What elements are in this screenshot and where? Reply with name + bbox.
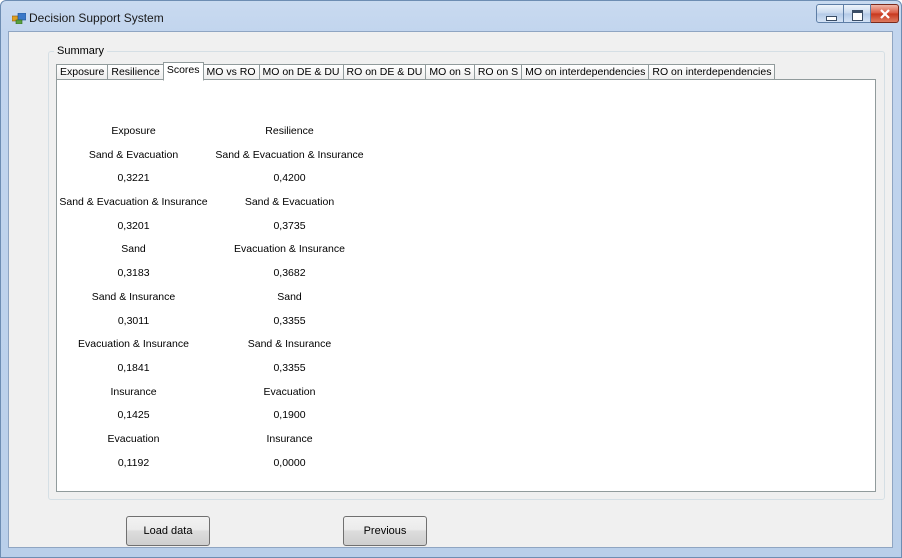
- resilience-option-name: Sand & Evacuation: [244, 196, 335, 209]
- exposure-option-score: 0,3011: [117, 314, 150, 327]
- tab-mo-vs-ro[interactable]: MO vs RO: [202, 64, 260, 80]
- exposure-option-score: 0,1425: [117, 409, 150, 422]
- exposure-option-name: Evacuation & Insurance: [78, 338, 189, 351]
- tab-ro-on-interdependencies[interactable]: RO on interdependencies: [648, 64, 776, 80]
- resilience-option-name: Sand: [277, 290, 302, 303]
- exposure-option-name: Sand & Evacuation: [88, 148, 179, 161]
- tab-ro-on-de-du[interactable]: RO on DE & DU: [342, 64, 427, 80]
- maximize-icon: [852, 10, 863, 21]
- resilience-header: Resilience: [265, 125, 314, 137]
- exposure-option-name: Sand & Insurance: [91, 290, 176, 303]
- resilience-option-name: Evacuation: [263, 385, 316, 398]
- tab-mo-on-de-du[interactable]: MO on DE & DU: [258, 64, 344, 80]
- resilience-option-name: Sand & Insurance: [247, 338, 332, 351]
- exposure-option-name: Evacuation: [107, 432, 160, 445]
- close-icon: [880, 9, 890, 19]
- exposure-option-name: Insurance: [110, 385, 157, 398]
- exposure-option-score: 0,1192: [117, 456, 150, 469]
- resilience-option-score: 0,4200: [273, 172, 306, 185]
- client-area: Summary Exposure Resilience Scores MO vs…: [8, 31, 893, 548]
- tab-strip: Exposure Resilience Scores MO vs RO MO o…: [56, 62, 776, 81]
- minimize-icon: [826, 16, 837, 21]
- resilience-option-score: 0,3735: [273, 219, 306, 232]
- title-bar[interactable]: Decision Support System: [1, 1, 901, 31]
- resilience-option-score: 0,0000: [273, 456, 306, 469]
- tab-scores[interactable]: Scores: [162, 62, 204, 81]
- tab-ro-on-s[interactable]: RO on S: [473, 64, 523, 80]
- tab-mo-on-interdependencies[interactable]: MO on interdependencies: [521, 64, 650, 80]
- tab-mo-on-s[interactable]: MO on S: [425, 64, 475, 80]
- main-window: Decision Support System Summary Exposure…: [0, 0, 902, 558]
- resilience-option-name: Sand & Evacuation & Insurance: [215, 148, 364, 161]
- exposure-header: Exposure: [111, 125, 156, 137]
- scores-panel: Exposure Sand & Evacuation 0,3221 Sand &…: [56, 79, 876, 492]
- resilience-option-name: Evacuation & Insurance: [234, 243, 345, 256]
- tab-exposure[interactable]: Exposure: [56, 64, 109, 80]
- resilience-option-score: 0,1900: [273, 409, 306, 422]
- minimize-button[interactable]: [816, 4, 844, 23]
- previous-button[interactable]: Previous: [343, 516, 427, 546]
- close-button[interactable]: [871, 4, 899, 23]
- resilience-option-score: 0,3682: [273, 267, 306, 280]
- exposure-column: Exposure Sand & Evacuation 0,3221 Sand &…: [52, 124, 215, 479]
- exposure-option-score: 0,3183: [117, 267, 150, 280]
- app-icon: [12, 13, 26, 24]
- window-title: Decision Support System: [29, 11, 164, 25]
- resilience-column: Resilience Sand & Evacuation & Insurance…: [206, 124, 373, 479]
- exposure-option-name: Sand & Evacuation & Insurance: [59, 196, 208, 209]
- load-data-button[interactable]: Load data: [126, 516, 210, 546]
- summary-label: Summary: [54, 45, 108, 57]
- resilience-option-name: Insurance: [266, 432, 313, 445]
- maximize-button[interactable]: [844, 4, 871, 23]
- resilience-option-score: 0,3355: [273, 314, 306, 327]
- exposure-option-score: 0,3201: [117, 219, 150, 232]
- tab-resilience[interactable]: Resilience: [107, 64, 164, 80]
- exposure-option-score: 0,3221: [117, 172, 150, 185]
- exposure-option-score: 0,1841: [117, 361, 150, 374]
- exposure-option-name: Sand: [121, 243, 146, 256]
- resilience-option-score: 0,3355: [273, 361, 306, 374]
